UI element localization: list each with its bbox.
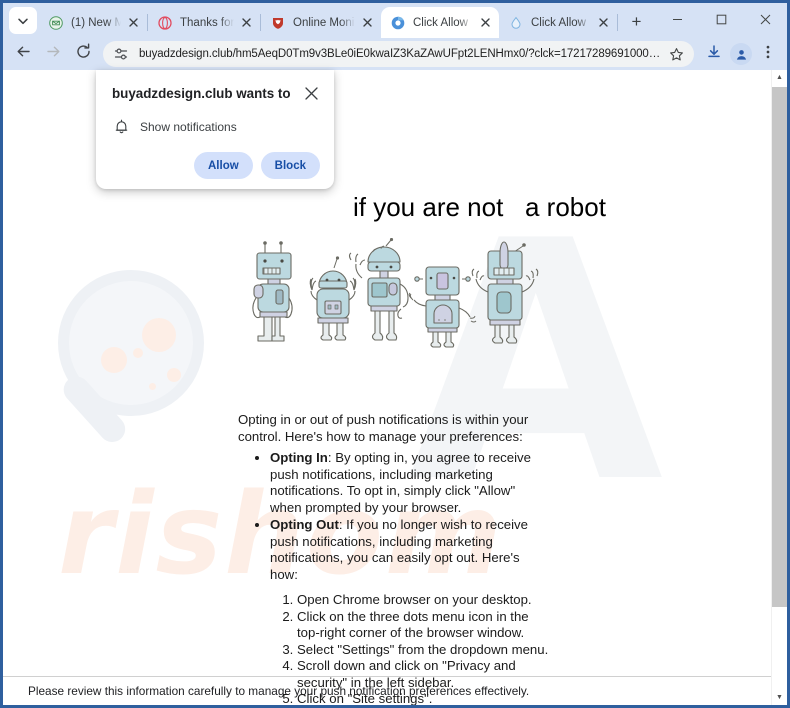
tab-close-button[interactable] <box>476 13 495 32</box>
chrome-icon <box>390 15 406 31</box>
downloads-button[interactable] <box>701 41 727 67</box>
browser-menu-button[interactable] <box>755 41 781 67</box>
browser-tab-thanks-for-download[interactable]: Thanks for down <box>148 7 260 38</box>
maximize-button[interactable] <box>699 3 743 36</box>
list-item: Scroll down and click on "Privacy and se… <box>297 658 550 691</box>
new-tab-button[interactable]: + <box>623 8 650 35</box>
browser-tab-click-allow-active[interactable]: Click Allow <box>381 7 499 38</box>
page-scrollbar[interactable]: ▲ ▼ <box>771 70 787 705</box>
page-title: if you are not a robot <box>353 192 606 222</box>
permission-request-label: Show notifications <box>140 120 237 134</box>
list-item: Opting Out: If you no longer wish to rec… <box>270 517 550 583</box>
plus-icon: + <box>631 12 642 31</box>
intro-paragraph: Opting in or out of push notifications i… <box>238 412 529 444</box>
reload-icon <box>75 43 92 65</box>
bullet-lead: Opting Out <box>270 517 339 532</box>
address-bar[interactable]: buyadzdesign.club/hm5AeqD0Tm9v3BLe0iE0kw… <box>103 41 694 67</box>
opera-ring-icon <box>157 15 173 31</box>
minimize-button[interactable] <box>655 3 699 36</box>
forward-button[interactable] <box>39 40 67 68</box>
scrollbar-thumb[interactable] <box>772 87 787 607</box>
profile-button[interactable] <box>728 41 754 67</box>
list-item: Click on the three dots menu icon in the… <box>297 609 550 642</box>
download-icon <box>706 44 722 65</box>
browser-tab-new-message[interactable]: (1) New Message <box>39 7 147 38</box>
robots-illustration <box>251 237 543 350</box>
tab-close-button[interactable] <box>237 13 256 32</box>
list-item: Click on "Site settings". <box>297 691 550 705</box>
browser-window: (1) New Message Thanks for down <box>0 0 790 708</box>
scroll-up-button[interactable]: ▲ <box>772 70 787 85</box>
browser-tab-online-monitor[interactable]: Online Monitor <box>261 7 381 38</box>
mail-icon <box>48 15 64 31</box>
dialog-header: buyadzdesign.club wants to <box>112 84 320 103</box>
close-window-button[interactable] <box>743 3 787 36</box>
three-dots-vertical-icon <box>761 44 775 65</box>
tab-close-button[interactable] <box>594 13 613 32</box>
browser-tab-click-allow[interactable]: Click Allow <box>499 7 617 38</box>
url-text[interactable]: buyadzdesign.club/hm5AeqD0Tm9v3BLe0iE0kw… <box>139 48 662 60</box>
browser-chrome: (1) New Message Thanks for down <box>3 3 787 70</box>
tab-title: (1) New Message <box>71 16 121 29</box>
tab-divider <box>617 14 618 31</box>
list-item: Opting In: By opting in, you agree to re… <box>270 450 550 516</box>
shield-icon <box>270 15 286 31</box>
dialog-title: buyadzdesign.club wants to <box>112 86 291 101</box>
list-item: Open Chrome browser on your desktop. <box>297 592 550 609</box>
tune-settings-icon[interactable] <box>111 44 131 64</box>
scrollbar-track[interactable] <box>772 85 787 690</box>
steps-list: Open Chrome browser on your desktop. Cli… <box>238 592 550 705</box>
bell-icon <box>112 118 130 136</box>
window-controls <box>655 3 787 36</box>
notification-permission-dialog: buyadzdesign.club wants to Show notifica… <box>96 70 334 189</box>
permission-request-row: Show notifications <box>112 118 320 136</box>
magnifier-watermark <box>58 270 208 448</box>
bullet-lead: Opting In <box>270 450 328 465</box>
article-body: Opting in or out of push notifications i… <box>238 412 550 705</box>
bullet-list: Opting In: By opting in, you agree to re… <box>238 450 550 583</box>
reload-button[interactable] <box>69 40 97 68</box>
allow-button[interactable]: Allow <box>194 152 253 179</box>
tab-title: Click Allow <box>531 16 586 29</box>
chevron-down-icon <box>17 15 29 27</box>
list-item: Select "Settings" from the dropdown menu… <box>297 642 550 659</box>
star-icon[interactable] <box>666 44 686 64</box>
tab-close-button[interactable] <box>124 13 143 32</box>
tab-strip: (1) New Message Thanks for down <box>3 3 787 38</box>
tab-search-button[interactable] <box>9 7 37 34</box>
tab-close-button[interactable] <box>358 13 377 32</box>
browser-toolbar: buyadzdesign.club/hm5AeqD0Tm9v3BLe0iE0kw… <box>3 38 787 70</box>
close-icon[interactable] <box>302 84 320 102</box>
dialog-actions: Allow Block <box>112 152 320 179</box>
arrow-right-icon <box>45 43 62 65</box>
tab-title: Click Allow <box>413 16 468 29</box>
scroll-down-button[interactable]: ▼ <box>772 690 787 705</box>
tab-title: Online Monitor <box>293 16 355 29</box>
arrow-left-icon <box>15 43 32 65</box>
water-drop-icon <box>508 15 524 31</box>
person-icon <box>730 43 752 65</box>
block-button[interactable]: Block <box>260 152 320 179</box>
tab-title: Thanks for down <box>180 16 234 29</box>
back-button[interactable] <box>9 40 37 68</box>
